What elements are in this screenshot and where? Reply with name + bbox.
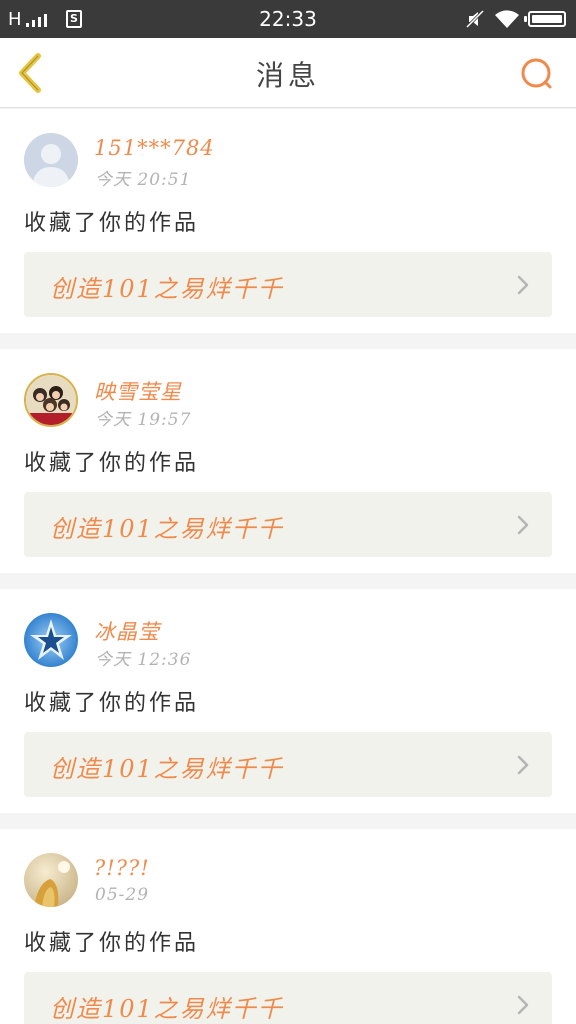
message-card: 冰晶莹 今天 12:36 收藏了你的作品 创造101之易烊千千 xyxy=(0,589,576,813)
chevron-right-icon xyxy=(517,755,529,775)
golden-photo-icon xyxy=(24,853,78,907)
message-action: 收藏了你的作品 xyxy=(24,931,200,956)
work-link[interactable]: 创造101之易烊千千 xyxy=(24,492,552,557)
username[interactable]: 映雪莹星 xyxy=(94,376,182,406)
wifi-icon xyxy=(495,10,519,28)
work-title: 创造101之易烊千千 xyxy=(50,755,284,783)
search-icon[interactable] xyxy=(516,54,556,94)
work-title: 创造101之易烊千千 xyxy=(50,995,284,1023)
message-time: 05-29 xyxy=(95,885,150,905)
work-link[interactable]: 创造101之易烊千千 xyxy=(24,252,552,317)
default-person-icon xyxy=(24,133,78,187)
work-link[interactable]: 创造101之易烊千千 xyxy=(24,972,552,1024)
avatar[interactable] xyxy=(24,373,78,427)
chevron-right-icon xyxy=(517,515,529,535)
page-title: 消息 xyxy=(255,59,320,92)
chevron-right-icon xyxy=(517,995,529,1015)
avatar[interactable] xyxy=(24,133,78,187)
nav-bar: 消息 xyxy=(0,38,576,108)
battery-icon xyxy=(524,11,566,27)
message-action: 收藏了你的作品 xyxy=(24,451,200,476)
message-list: 151***784 今天 20:51 收藏了你的作品 创造101之易烊千千 映雪… xyxy=(0,109,576,1024)
username[interactable]: ?!??! xyxy=(94,856,150,880)
message-action: 收藏了你的作品 xyxy=(24,691,200,716)
chevron-right-icon xyxy=(517,275,529,295)
work-link[interactable]: 创造101之易烊千千 xyxy=(24,732,552,797)
avatar[interactable] xyxy=(24,853,78,907)
blue-star-icon xyxy=(24,613,78,667)
clock: 22:33 xyxy=(259,7,317,31)
mute-icon xyxy=(466,10,484,28)
username[interactable]: 151***784 xyxy=(94,136,215,160)
message-time: 今天 19:57 xyxy=(95,410,192,430)
work-title: 创造101之易烊千千 xyxy=(50,515,284,543)
work-title: 创造101之易烊千千 xyxy=(50,275,284,303)
message-card: ?!??! 05-29 收藏了你的作品 创造101之易烊千千 xyxy=(0,829,576,1024)
avatar[interactable] xyxy=(24,613,78,667)
message-card: 映雪莹星 今天 19:57 收藏了你的作品 创造101之易烊千千 xyxy=(0,349,576,573)
message-action: 收藏了你的作品 xyxy=(24,211,200,236)
message-time: 今天 12:36 xyxy=(95,650,192,670)
message-card: 151***784 今天 20:51 收藏了你的作品 创造101之易烊千千 xyxy=(0,109,576,333)
status-bar: H S 22:33 xyxy=(0,0,576,38)
username[interactable]: 冰晶莹 xyxy=(94,616,160,646)
message-time: 今天 20:51 xyxy=(95,170,192,190)
group-photo-icon xyxy=(26,375,76,425)
